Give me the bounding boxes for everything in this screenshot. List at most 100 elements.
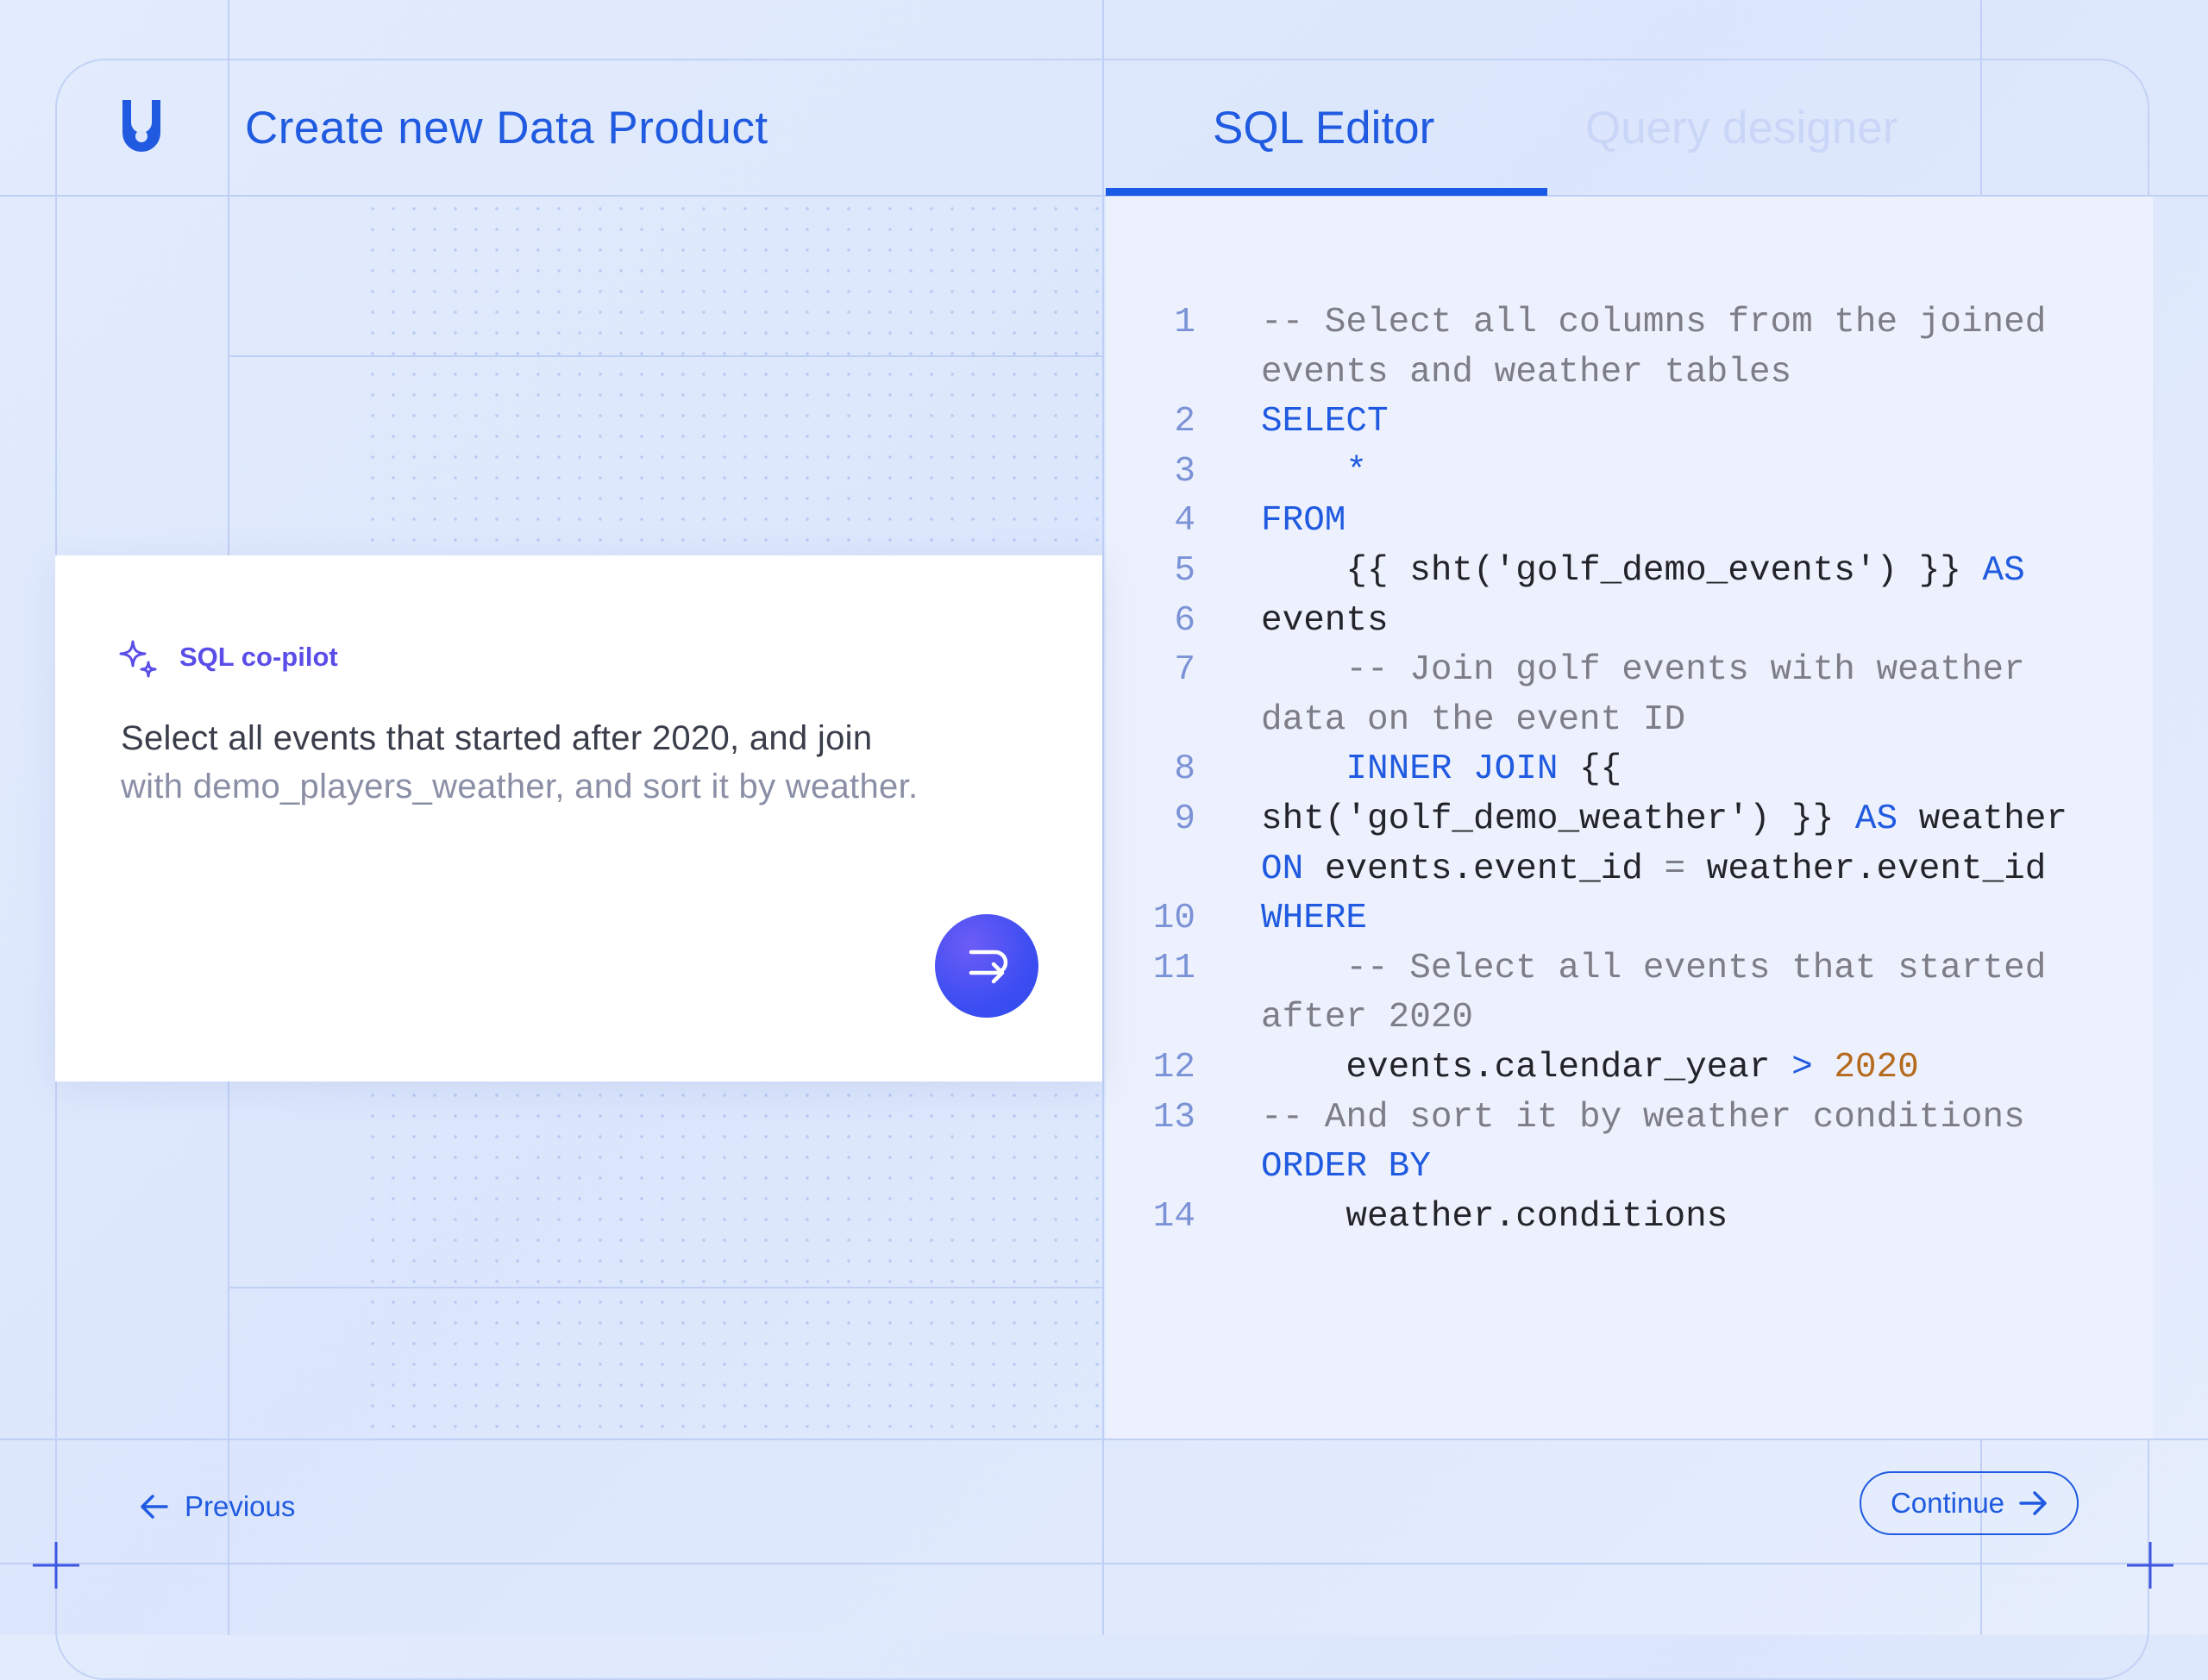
code-line[interactable]: 7 -- Join golf events with weather	[1106, 646, 2153, 695]
continue-label: Continue	[1890, 1487, 2005, 1519]
line-number: 7	[1174, 650, 1195, 691]
copilot-label: SQL co-pilot	[179, 642, 338, 672]
code-line[interactable]: ORDER BY	[1106, 1143, 2153, 1192]
line-number: 2	[1174, 402, 1195, 442]
sql-editor[interactable]: 1 -- Select all columns from the joined ev…	[1106, 197, 2153, 1439]
code-text: -- Join golf events with weather	[1261, 646, 2024, 695]
code-token: 2020	[1812, 1048, 1919, 1088]
continue-button[interactable]: Continue	[1860, 1471, 2079, 1535]
line-number: 13	[1152, 1097, 1195, 1138]
code-line[interactable]: after 2020	[1106, 994, 2153, 1043]
code-text: data on the event ID	[1261, 696, 1685, 745]
code-text: -- Select all events that started	[1261, 944, 2046, 994]
code-line[interactable]: 8 INNER JOIN {{	[1106, 745, 2153, 794]
code-token: WHERE	[1261, 899, 1368, 939]
code-token: -- Select all events that started	[1261, 948, 2047, 988]
sparkles-icon	[119, 640, 157, 678]
line-number: 11	[1152, 948, 1195, 988]
code-text: -- And sort it by weather conditions	[1261, 1094, 2025, 1143]
code-token: events.event_id	[1303, 849, 1665, 889]
code-line[interactable]: 12 events.calendar_year > 2020	[1106, 1044, 2153, 1093]
code-token: weather	[1898, 799, 2067, 839]
line-number: 6	[1174, 600, 1195, 641]
code-token: weather.event_id	[1685, 849, 2047, 889]
arrow-left-icon	[141, 1495, 168, 1519]
code-token: ORDER BY	[1261, 1147, 1431, 1188]
code-text: events.calendar_year > 2020	[1261, 1044, 1919, 1093]
code-text: FROM	[1261, 497, 1346, 546]
code-token: FROM	[1261, 501, 1346, 542]
code-token: {{	[1558, 749, 1622, 790]
line-number: 5	[1174, 551, 1195, 591]
arrow-right-icon	[2019, 1491, 2047, 1515]
code-token: data on the event ID	[1261, 699, 1686, 740]
line-number: 14	[1152, 1196, 1195, 1237]
code-token: >	[1791, 1048, 1813, 1088]
code-line[interactable]: 11 -- Select all events that started	[1106, 944, 2153, 994]
page-title: Create new Data Product	[245, 103, 768, 154]
code-text: {{ sht('golf_demo_events') }} AS	[1261, 547, 2025, 596]
submit-prompt-button[interactable]	[935, 914, 1038, 1018]
code-token: ON	[1261, 849, 1304, 889]
code-text: sht('golf_demo_weather') }} AS weather	[1261, 795, 2067, 844]
line-number: 10	[1152, 899, 1195, 939]
active-tab-indicator	[1106, 188, 1547, 196]
sql-copilot-panel: SQL co-pilot Select all events that star…	[55, 555, 1102, 1081]
code-text: events and weather tables	[1261, 348, 1791, 398]
code-line[interactable]: 9 sht('golf_demo_weather') }} AS weather	[1106, 795, 2153, 844]
tab-query-designer[interactable]: Query designer	[1585, 102, 1898, 154]
code-line[interactable]: 3 *	[1106, 448, 2153, 497]
code-token: -- Select all columns from the joined	[1261, 303, 2047, 342]
copilot-prompt-line[interactable]: with demo_players_weather, and sort it b…	[121, 768, 918, 806]
previous-button[interactable]: Previous	[140, 1485, 295, 1528]
line-number: 9	[1174, 799, 1195, 839]
enter-return-icon	[969, 950, 1008, 984]
code-text: WHERE	[1261, 894, 1367, 943]
code-line[interactable]: 1 -- Select all columns from the joined	[1106, 298, 2153, 348]
code-line[interactable]: 13 -- And sort it by weather conditions	[1106, 1094, 2153, 1143]
dot-pattern	[362, 1085, 1102, 1437]
line-number: 8	[1174, 749, 1195, 790]
code-text: ON events.event_id = weather.event_id	[1261, 845, 2046, 894]
logo-icon	[122, 100, 160, 152]
code-token: after 2020	[1261, 998, 1474, 1038]
code-line[interactable]: ON events.event_id = weather.event_id	[1106, 845, 2153, 894]
code-token: =	[1664, 849, 1686, 889]
code-token: SELECT	[1261, 402, 1389, 442]
dot-pattern	[362, 198, 1102, 552]
code-text: weather.conditions	[1261, 1193, 1728, 1242]
code-token: AS	[1854, 799, 1898, 839]
code-token: events.calendar_year	[1261, 1048, 1792, 1088]
code-token: events	[1261, 600, 1389, 641]
code-line[interactable]: events and weather tables	[1106, 348, 2153, 398]
copilot-prompt-line[interactable]: Select all events that started after 202…	[121, 719, 872, 758]
code-line[interactable]: 6 events	[1106, 597, 2153, 646]
code-token: events and weather tables	[1261, 352, 1792, 392]
code-token: *	[1261, 451, 1368, 492]
crosshair-mark-icon	[2127, 1542, 2174, 1589]
code-text: INNER JOIN {{	[1261, 745, 1622, 794]
code-line[interactable]: 2 SELECT	[1106, 398, 2153, 447]
line-number: 3	[1174, 451, 1195, 492]
code-line[interactable]: 4 FROM	[1106, 497, 2153, 546]
previous-label: Previous	[185, 1490, 296, 1522]
line-number: 12	[1152, 1048, 1195, 1088]
code-token: AS	[1982, 551, 2025, 591]
code-line[interactable]: 10 WHERE	[1106, 894, 2153, 943]
code-text: -- Select all columns from the joined	[1261, 298, 2046, 348]
code-text: events	[1261, 597, 1389, 646]
code-token: -- And sort it by weather conditions	[1261, 1097, 2025, 1138]
code-token: {{ sht('golf_demo_events') }}	[1261, 551, 1983, 591]
code-token: sht('golf_demo_weather') }}	[1261, 799, 1855, 839]
code-line[interactable]: 14 weather.conditions	[1106, 1193, 2153, 1242]
code-text: after 2020	[1261, 994, 1473, 1043]
crosshair-mark-icon	[33, 1542, 79, 1589]
code-line[interactable]: data on the event ID	[1106, 696, 2153, 745]
code-token: INNER JOIN	[1261, 749, 1559, 790]
line-number: 1	[1174, 303, 1195, 342]
code-token: weather.conditions	[1261, 1196, 1728, 1237]
tab-sql-editor[interactable]: SQL Editor	[1213, 102, 1434, 154]
code-text: *	[1261, 448, 1367, 497]
code-text: SELECT	[1261, 398, 1389, 447]
code-line[interactable]: 5 {{ sht('golf_demo_events') }} AS	[1106, 547, 2153, 596]
